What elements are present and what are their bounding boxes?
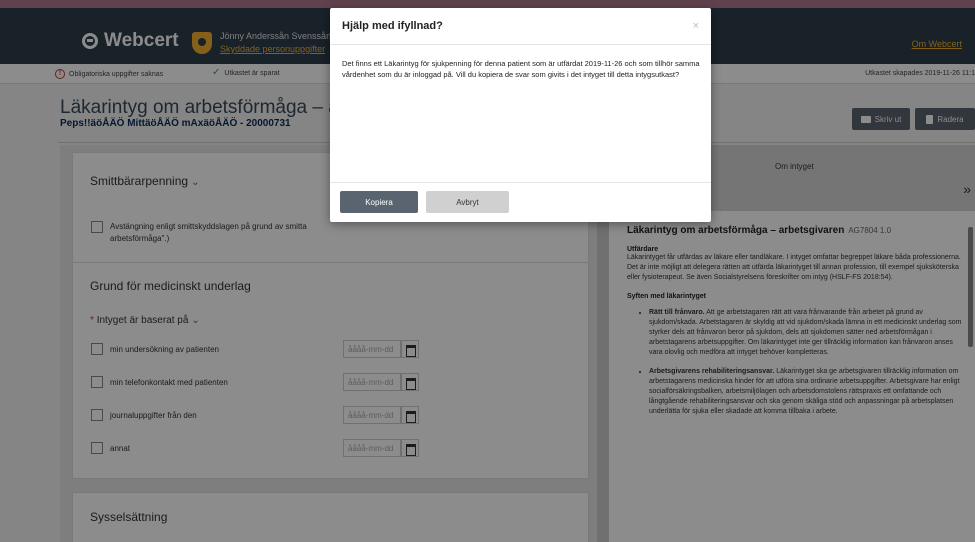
dialog-divider — [330, 44, 711, 45]
dialog-divider — [330, 182, 711, 183]
copy-button[interactable]: Kopiera — [340, 191, 418, 213]
cancel-button[interactable]: Avbryt — [426, 191, 509, 213]
dialog-body: Det finns ett Läkarintyg för sjukpenning… — [342, 59, 700, 79]
close-icon[interactable]: × — [693, 20, 699, 32]
dialog-title: Hjälp med ifyllnad? — [342, 20, 443, 32]
help-dialog: Hjälp med ifyllnad? × Det finns ett Läka… — [330, 8, 711, 222]
